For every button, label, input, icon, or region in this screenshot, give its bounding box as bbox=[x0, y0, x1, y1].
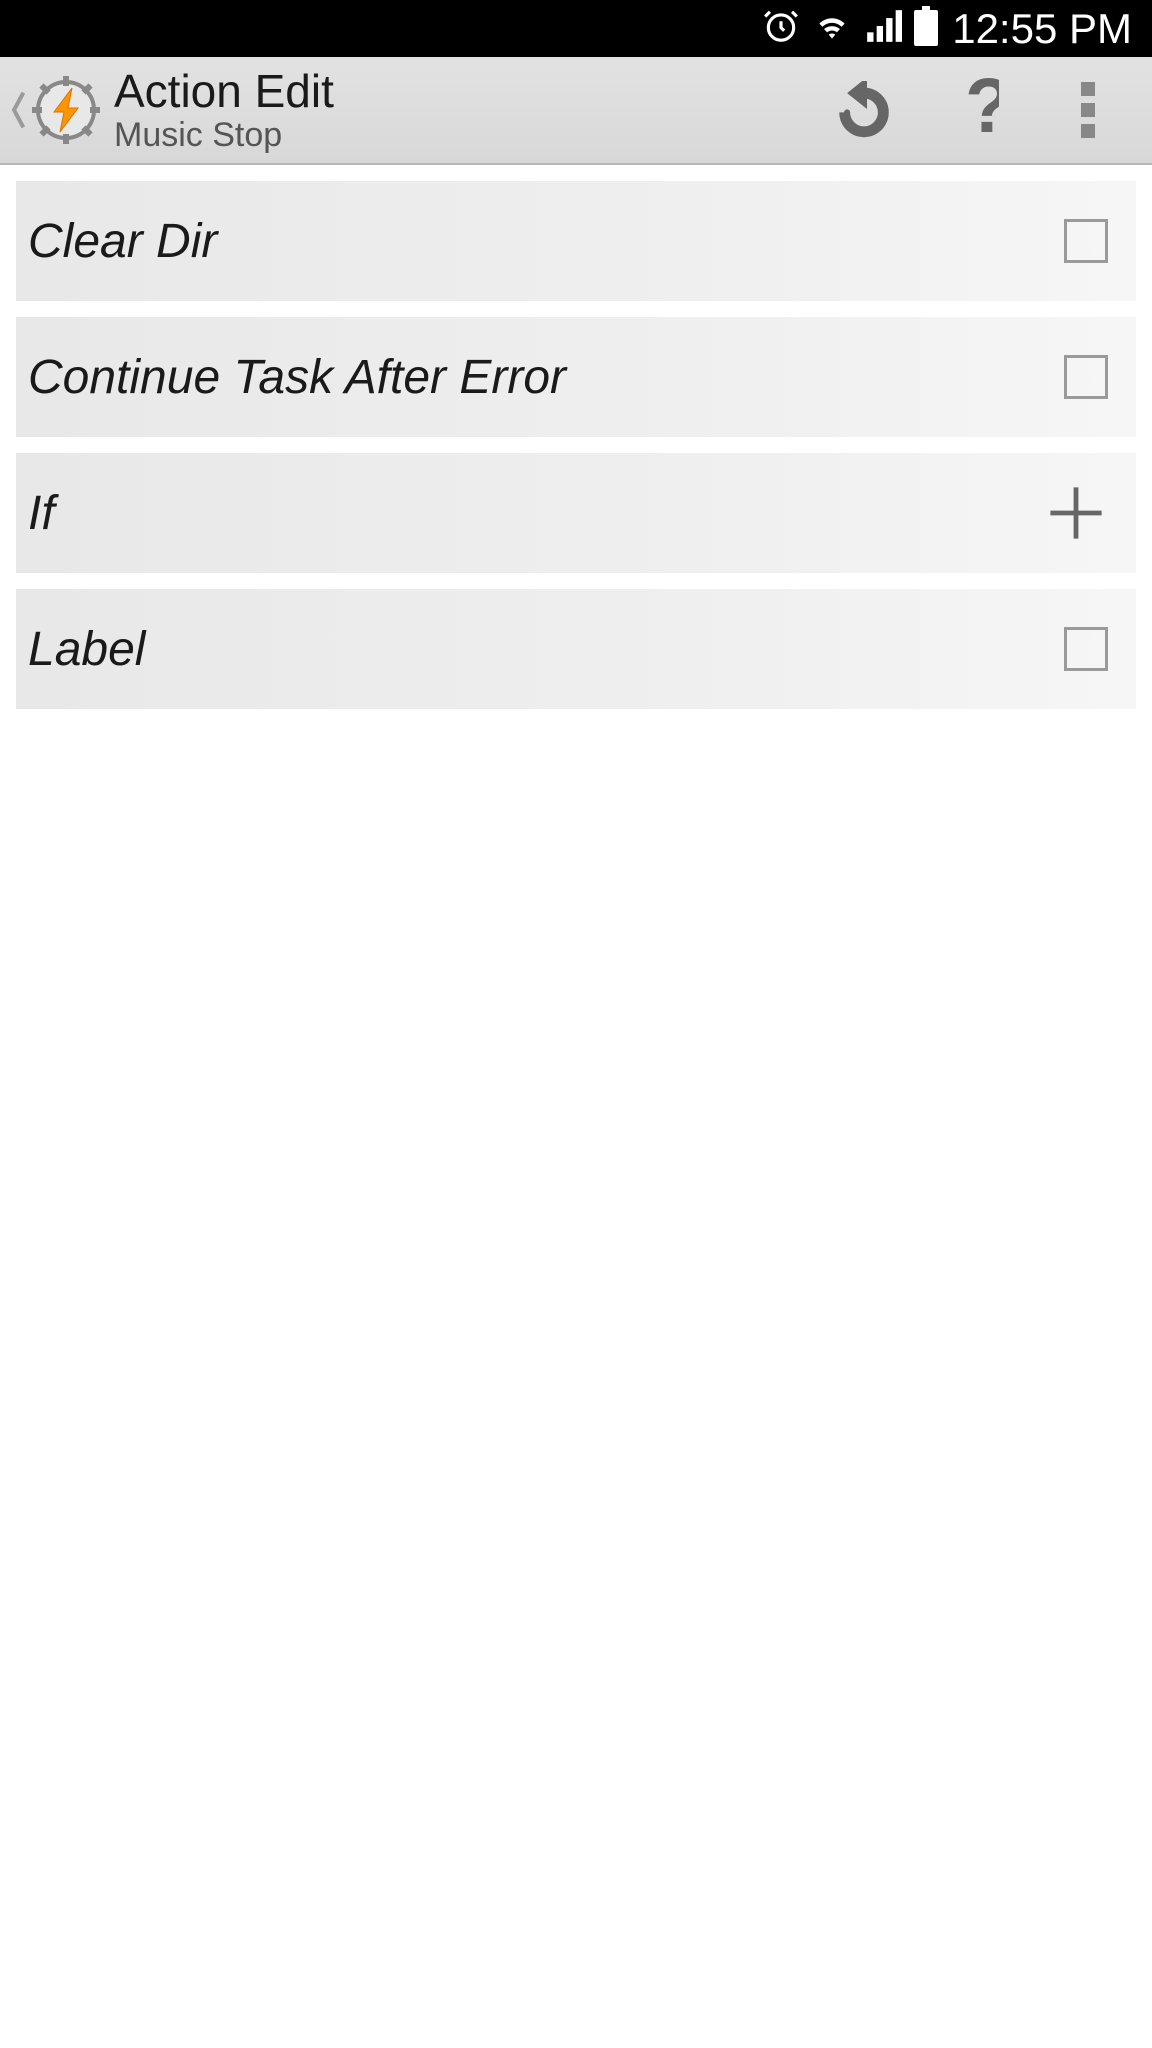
battery-icon bbox=[914, 6, 938, 51]
page-subtitle: Music Stop bbox=[114, 117, 834, 154]
app-bar: Action Edit Music Stop ? bbox=[0, 57, 1152, 165]
reset-button[interactable] bbox=[834, 80, 894, 140]
clear-dir-checkbox[interactable] bbox=[1064, 219, 1108, 263]
tasker-app-icon[interactable] bbox=[30, 74, 102, 146]
option-label[interactable]: Label bbox=[16, 589, 1136, 709]
add-condition-button[interactable] bbox=[1044, 481, 1108, 545]
option-clear-dir[interactable]: Clear Dir bbox=[16, 181, 1136, 301]
option-label: If bbox=[28, 486, 55, 541]
continue-after-error-checkbox[interactable] bbox=[1064, 355, 1108, 399]
overflow-menu-button[interactable] bbox=[1058, 80, 1118, 140]
help-button[interactable]: ? bbox=[946, 80, 1006, 140]
title-block: Action Edit Music Stop bbox=[114, 66, 834, 154]
option-continue-after-error[interactable]: Continue Task After Error bbox=[16, 317, 1136, 437]
app-bar-actions: ? bbox=[834, 80, 1142, 140]
signal-icon bbox=[864, 7, 902, 50]
status-icons bbox=[762, 6, 938, 51]
status-bar: 12:55 PM bbox=[0, 0, 1152, 57]
option-label: Label bbox=[28, 622, 145, 677]
option-if[interactable]: If bbox=[16, 453, 1136, 573]
option-label: Clear Dir bbox=[28, 214, 217, 269]
options-list: Clear Dir Continue Task After Error If L… bbox=[0, 165, 1152, 741]
status-time: 12:55 PM bbox=[952, 5, 1132, 53]
page-title: Action Edit bbox=[114, 66, 834, 117]
label-checkbox[interactable] bbox=[1064, 627, 1108, 671]
option-label: Continue Task After Error bbox=[28, 350, 566, 405]
back-button[interactable] bbox=[10, 85, 26, 135]
alarm-icon bbox=[762, 7, 800, 50]
svg-text:?: ? bbox=[965, 77, 999, 143]
wifi-icon bbox=[812, 7, 852, 50]
